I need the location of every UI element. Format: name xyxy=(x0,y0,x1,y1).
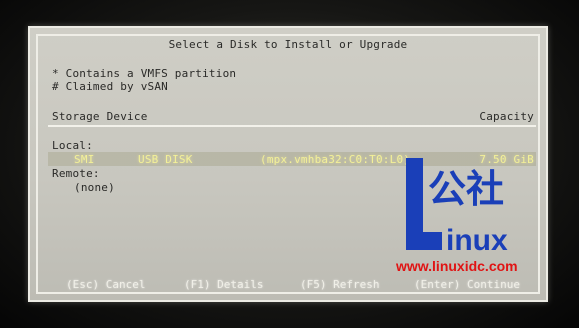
logo-l-foot xyxy=(406,232,442,250)
function-key-bar: (Esc) Cancel (F1) Details (F5) Refresh (… xyxy=(30,278,546,294)
local-group-label: Local: xyxy=(52,139,93,152)
remote-group-label: Remote: xyxy=(52,167,100,180)
legend-vmfs: * Contains a VMFS partition xyxy=(52,67,237,80)
remote-empty-value: (none) xyxy=(74,181,115,194)
dialog-title: Select a Disk to Install or Upgrade xyxy=(168,38,408,51)
disk-vendor[interactable]: SMI xyxy=(74,153,94,166)
continue-key[interactable]: (Enter) Continue xyxy=(414,278,520,291)
watermark-url: www.linuxidc.com xyxy=(396,258,518,274)
details-key[interactable]: (F1) Details xyxy=(184,278,263,291)
header-divider xyxy=(48,125,536,127)
disk-model[interactable]: USB DISK xyxy=(138,153,193,166)
logo-word: inux xyxy=(446,224,508,257)
disk-path[interactable]: (mpx.vmhba32:C0:T0:L0) xyxy=(260,153,410,166)
column-header-capacity: Capacity xyxy=(479,110,534,123)
logo-characters: 公社 xyxy=(428,167,504,211)
legend-vsan: # Claimed by vSAN xyxy=(52,80,168,93)
column-header-storage-device: Storage Device xyxy=(52,110,148,123)
cancel-key[interactable]: (Esc) Cancel xyxy=(66,278,145,291)
refresh-key[interactable]: (F5) Refresh xyxy=(300,278,379,291)
